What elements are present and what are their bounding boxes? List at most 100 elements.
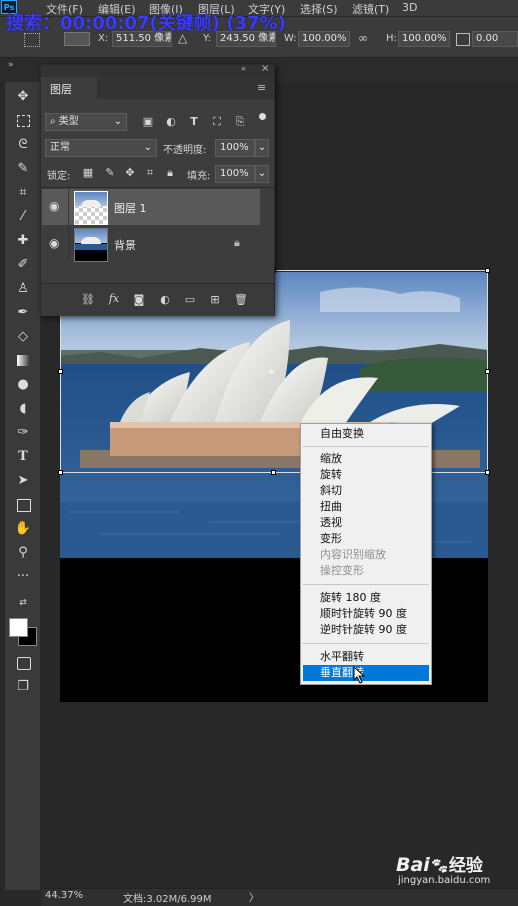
fill-dropdown-icon[interactable]: ⌄ <box>255 165 269 183</box>
move-tool-icon[interactable]: ✥ <box>14 88 32 106</box>
layer-row-layer-1[interactable]: ◉ 图层 1 <box>42 189 260 225</box>
screen-mode-icon[interactable]: ❐ <box>14 678 32 696</box>
filter-pixel-icon[interactable]: ▣ <box>141 115 155 129</box>
menu-select[interactable]: 选择(S) <box>300 1 338 17</box>
baidu-jingyan-watermark: Bai🐾︎经验 jingyan.baidu.com <box>396 851 490 886</box>
layer-filter-dropdown[interactable]: ⌕ 类型 ⌄ <box>45 113 127 131</box>
zoom-tool-icon[interactable]: ⚲ <box>14 544 32 562</box>
healing-brush-tool-icon[interactable]: ✚ <box>14 232 32 250</box>
tab-layers[interactable]: 图层 <box>41 77 98 99</box>
transform-handle-bottom[interactable] <box>271 470 276 475</box>
menu-item-rotate-90-cw[interactable]: 顺时针旋转 90 度 <box>303 606 429 622</box>
hand-tool-icon[interactable]: ✋ <box>14 520 32 538</box>
link-layers-icon[interactable]: ⛓ <box>81 293 95 307</box>
more-tools-icon[interactable]: ··· <box>14 568 32 586</box>
rectangle-tool-icon[interactable] <box>14 496 32 514</box>
chevron-down-icon: ⌄ <box>143 142 152 153</box>
filter-toggle-icon[interactable] <box>259 113 266 120</box>
filter-smart-object-icon[interactable]: ⎘ <box>233 115 247 129</box>
lock-position-icon[interactable]: ✥ <box>123 166 137 180</box>
quick-mask-icon[interactable] <box>14 654 32 672</box>
layer-row-background[interactable]: ◉ 背景 🔒︎ <box>42 226 260 262</box>
h-label: H: <box>386 33 397 44</box>
menu-separator <box>303 446 429 447</box>
collapse-panel-icon[interactable]: « <box>241 64 246 73</box>
brush-tool-icon[interactable]: ✐ <box>14 256 32 274</box>
menu-item-content-aware-scale: 内容识别缩放 <box>320 548 386 561</box>
width-field[interactable]: 100.00% <box>298 31 350 47</box>
layer-1-thumbnail <box>74 191 108 225</box>
rotate-angle-icon <box>456 33 470 46</box>
new-layer-icon[interactable]: ⊞ <box>208 293 222 307</box>
type-tool-icon[interactable]: T <box>14 448 32 466</box>
pen-tool-icon[interactable]: ✑ <box>14 424 32 442</box>
menu-item-rotate-180[interactable]: 旋转 180 度 <box>303 590 429 606</box>
menu-item-distort[interactable]: 扭曲 <box>303 499 429 515</box>
layer-style-icon[interactable]: fx <box>107 292 121 306</box>
marquee-tool-icon[interactable] <box>14 112 32 130</box>
clone-stamp-tool-icon[interactable]: ♙ <box>14 280 32 298</box>
panel-menu-icon[interactable]: ≡ <box>257 81 266 94</box>
swap-colors-icon[interactable]: ⇄ <box>14 594 32 612</box>
eyedropper-tool-icon[interactable]: ⁄ <box>14 208 32 226</box>
new-group-icon[interactable]: ▭ <box>183 293 197 307</box>
layers-scrollbar[interactable] <box>260 189 274 263</box>
adjustment-layer-icon[interactable]: ◐ <box>158 293 172 307</box>
menu-item-scale[interactable]: 缩放 <box>303 451 429 467</box>
transform-center-icon[interactable]: ⌖ <box>268 364 275 379</box>
lock-artboard-icon[interactable]: ⌗ <box>143 166 157 180</box>
zoom-level[interactable]: 44.37% <box>45 890 83 901</box>
gradient-tool-icon[interactable] <box>14 352 32 370</box>
filter-adjustment-icon[interactable]: ◐ <box>164 115 178 129</box>
lock-image-pixels-icon[interactable]: ✎ <box>103 166 117 180</box>
opacity-dropdown-icon[interactable]: ⌄ <box>255 139 269 157</box>
transform-handle-bottom-left[interactable] <box>58 470 63 475</box>
menu-item-free-transform[interactable]: 自由变换 <box>303 426 429 442</box>
transform-context-menu: 自由变换 缩放 旋转 斜切 扭曲 透视 变形 内容识别缩放 操控变形 旋转 18… <box>300 423 432 685</box>
fill-field[interactable]: 100% <box>215 165 255 183</box>
opacity-label: 不透明度: <box>163 145 207 156</box>
visibility-eye-icon[interactable]: ◉ <box>49 236 59 250</box>
dodge-tool-icon[interactable]: ◖ <box>14 400 32 418</box>
blend-mode-dropdown[interactable]: 正常 ⌄ <box>45 139 157 157</box>
lock-all-icon[interactable]: 🔒︎ <box>163 166 177 180</box>
menu-item-perspective[interactable]: 透视 <box>303 515 429 531</box>
rotate-angle-field[interactable]: 0.00 <box>472 31 518 47</box>
watermark-brand-a: Bai <box>396 854 430 876</box>
height-field[interactable]: 100.00% <box>398 31 450 47</box>
add-mask-icon[interactable]: ◙ <box>132 293 146 307</box>
crop-tool-icon[interactable]: ⌗ <box>14 184 32 202</box>
path-selection-tool-icon[interactable]: ➤ <box>14 472 32 490</box>
foreground-color-swatch[interactable] <box>9 618 28 637</box>
filter-shape-icon[interactable]: ⛶ <box>210 115 224 129</box>
menu-separator <box>303 643 429 644</box>
opacity-field[interactable]: 100% <box>215 139 255 157</box>
history-brush-tool-icon[interactable]: ✒ <box>14 304 32 322</box>
lock-transparent-pixels-icon[interactable]: ▦ <box>81 166 95 180</box>
eraser-tool-icon[interactable]: ◇ <box>14 328 32 346</box>
close-panel-icon[interactable]: × <box>261 63 269 74</box>
transform-handle-top-right[interactable] <box>485 268 490 273</box>
visibility-eye-icon[interactable]: ◉ <box>49 199 59 213</box>
lock-icon: 🔒︎ <box>234 236 240 249</box>
status-arrow-icon[interactable]: 〉 <box>249 889 259 904</box>
transform-handle-right[interactable] <box>485 369 490 374</box>
blur-tool-icon[interactable]: ● <box>14 376 32 394</box>
menu-item-rotate[interactable]: 旋转 <box>303 467 429 483</box>
reference-point-icon[interactable] <box>24 33 40 47</box>
quick-select-tool-icon[interactable]: ✎ <box>14 160 32 178</box>
transform-handle-left[interactable] <box>58 369 63 374</box>
menu-filter[interactable]: 滤镜(T) <box>352 1 389 17</box>
menu-3d[interactable]: 3D <box>402 1 417 14</box>
menu-item-flip-vertical[interactable]: 垂直翻转 <box>303 665 429 681</box>
expand-toolbar-icon[interactable]: » <box>8 60 14 70</box>
menu-item-skew[interactable]: 斜切 <box>303 483 429 499</box>
link-icon[interactable]: ∞ <box>358 31 368 45</box>
menu-item-flip-horizontal[interactable]: 水平翻转 <box>303 649 429 665</box>
menu-item-rotate-90-ccw[interactable]: 逆时针旋转 90 度 <box>303 622 429 638</box>
transform-handle-bottom-right[interactable] <box>485 470 490 475</box>
delete-layer-icon[interactable]: 🗑︎ <box>234 293 248 307</box>
lasso-tool-icon[interactable]: ᘓ <box>14 136 32 154</box>
menu-item-warp[interactable]: 变形 <box>303 531 429 547</box>
filter-type-icon[interactable]: T <box>187 115 201 129</box>
